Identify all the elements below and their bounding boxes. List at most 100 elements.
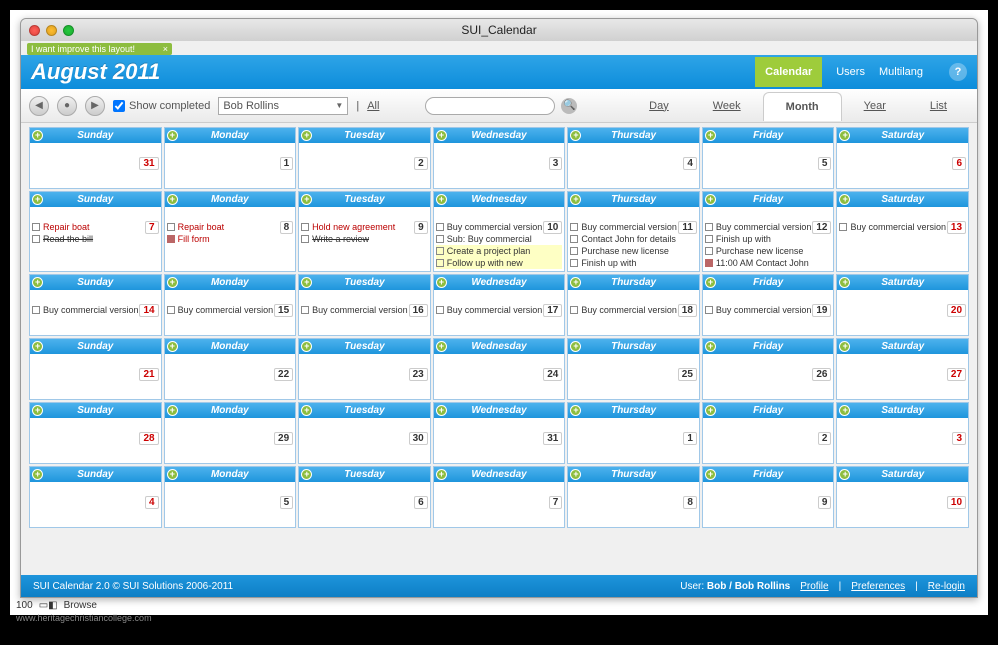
event-item[interactable]: Sub: Buy commercial bbox=[436, 233, 563, 245]
add-event-button[interactable]: + bbox=[436, 405, 447, 416]
day-cell[interactable]: +Thursday18Buy commercial version bbox=[567, 274, 700, 336]
day-cell[interactable]: +Thursday1 bbox=[567, 402, 700, 464]
add-event-button[interactable]: + bbox=[705, 277, 716, 288]
add-event-button[interactable]: + bbox=[436, 130, 447, 141]
add-event-button[interactable]: + bbox=[839, 405, 850, 416]
add-event-button[interactable]: + bbox=[570, 130, 581, 141]
event-item[interactable]: Hold new agreement bbox=[301, 221, 428, 233]
add-event-button[interactable]: + bbox=[167, 130, 178, 141]
add-event-button[interactable]: + bbox=[301, 341, 312, 352]
event-item[interactable]: Create a project plan bbox=[436, 245, 563, 257]
day-cell[interactable]: +Tuesday9Hold new agreementWrite a revie… bbox=[298, 191, 431, 272]
day-cell[interactable]: +Monday22 bbox=[164, 338, 297, 400]
add-event-button[interactable]: + bbox=[32, 341, 43, 352]
today-button[interactable]: ● bbox=[57, 96, 77, 116]
event-item[interactable]: Purchase new license bbox=[570, 245, 697, 257]
add-event-button[interactable]: + bbox=[839, 130, 850, 141]
zoom-level[interactable]: 100 bbox=[16, 600, 33, 611]
day-cell[interactable]: +Tuesday2 bbox=[298, 127, 431, 189]
day-cell[interactable]: +Friday5 bbox=[702, 127, 835, 189]
day-cell[interactable]: +Tuesday30 bbox=[298, 402, 431, 464]
add-event-button[interactable]: + bbox=[705, 194, 716, 205]
add-event-button[interactable]: + bbox=[436, 469, 447, 480]
add-event-button[interactable]: + bbox=[301, 194, 312, 205]
day-cell[interactable]: +Monday8Repair boatFill form bbox=[164, 191, 297, 272]
day-cell[interactable]: +Sunday21 bbox=[29, 338, 162, 400]
event-item[interactable]: Repair boat bbox=[167, 221, 294, 233]
add-event-button[interactable]: + bbox=[301, 469, 312, 480]
tab-calendar[interactable]: Calendar bbox=[755, 57, 822, 87]
day-cell[interactable]: +Friday12Buy commercial versionFinish up… bbox=[702, 191, 835, 272]
event-item[interactable]: Read the bill bbox=[32, 233, 159, 245]
event-item[interactable]: 11:00 AM Contact John bbox=[705, 257, 832, 269]
view-day[interactable]: Day bbox=[627, 92, 691, 120]
event-item[interactable]: Write a review bbox=[301, 233, 428, 245]
profile-link[interactable]: Profile bbox=[800, 581, 828, 592]
day-cell[interactable]: +Wednesday24 bbox=[433, 338, 566, 400]
view-year[interactable]: Year bbox=[842, 92, 908, 120]
help-icon[interactable]: ? bbox=[949, 63, 967, 81]
add-event-button[interactable]: + bbox=[32, 194, 43, 205]
add-event-button[interactable]: + bbox=[32, 277, 43, 288]
day-cell[interactable]: +Sunday7Repair boatRead the bill bbox=[29, 191, 162, 272]
prev-button[interactable]: ◀ bbox=[29, 96, 49, 116]
day-cell[interactable]: +Saturday10 bbox=[836, 466, 969, 528]
add-event-button[interactable]: + bbox=[167, 405, 178, 416]
event-item[interactable]: Contact John for details bbox=[570, 233, 697, 245]
search-icon[interactable]: 🔍 bbox=[561, 98, 577, 114]
add-event-button[interactable]: + bbox=[436, 341, 447, 352]
day-cell[interactable]: +Monday5 bbox=[164, 466, 297, 528]
add-event-button[interactable]: + bbox=[32, 469, 43, 480]
minimize-button[interactable] bbox=[46, 25, 57, 36]
event-item[interactable]: Purchase new license bbox=[705, 245, 832, 257]
all-link[interactable]: All bbox=[367, 100, 379, 112]
show-completed-checkbox[interactable] bbox=[113, 100, 125, 112]
add-event-button[interactable]: + bbox=[301, 405, 312, 416]
add-event-button[interactable]: + bbox=[839, 277, 850, 288]
event-item[interactable]: Follow up with new bbox=[436, 257, 563, 269]
add-event-button[interactable]: + bbox=[570, 277, 581, 288]
day-cell[interactable]: +Monday1 bbox=[164, 127, 297, 189]
next-button[interactable]: ▶ bbox=[85, 96, 105, 116]
add-event-button[interactable]: + bbox=[167, 194, 178, 205]
day-cell[interactable]: +Friday2 bbox=[702, 402, 835, 464]
add-event-button[interactable]: + bbox=[705, 341, 716, 352]
add-event-button[interactable]: + bbox=[32, 405, 43, 416]
day-cell[interactable]: +Thursday11Buy commercial versionContact… bbox=[567, 191, 700, 272]
add-event-button[interactable]: + bbox=[839, 469, 850, 480]
day-cell[interactable]: +Wednesday7 bbox=[433, 466, 566, 528]
add-event-button[interactable]: + bbox=[570, 341, 581, 352]
add-event-button[interactable]: + bbox=[705, 405, 716, 416]
add-event-button[interactable]: + bbox=[705, 130, 716, 141]
preferences-link[interactable]: Preferences bbox=[851, 581, 905, 592]
day-cell[interactable]: +Friday9 bbox=[702, 466, 835, 528]
view-month[interactable]: Month bbox=[763, 92, 842, 121]
add-event-button[interactable]: + bbox=[167, 469, 178, 480]
add-event-button[interactable]: + bbox=[301, 130, 312, 141]
search-input[interactable] bbox=[425, 97, 555, 115]
day-cell[interactable]: +Saturday13Buy commercial version bbox=[836, 191, 969, 272]
day-cell[interactable]: +Thursday8 bbox=[567, 466, 700, 528]
day-cell[interactable]: +Thursday4 bbox=[567, 127, 700, 189]
view-week[interactable]: Week bbox=[691, 92, 763, 120]
day-cell[interactable]: +Saturday27 bbox=[836, 338, 969, 400]
day-cell[interactable]: +Wednesday3 bbox=[433, 127, 566, 189]
add-event-button[interactable]: + bbox=[570, 469, 581, 480]
add-event-button[interactable]: + bbox=[570, 405, 581, 416]
view-list[interactable]: List bbox=[908, 92, 969, 120]
tab-multilang[interactable]: Multilang bbox=[879, 66, 923, 78]
add-event-button[interactable]: + bbox=[167, 277, 178, 288]
day-cell[interactable]: +Saturday6 bbox=[836, 127, 969, 189]
day-cell[interactable]: +Thursday25 bbox=[567, 338, 700, 400]
day-cell[interactable]: +Friday19Buy commercial version bbox=[702, 274, 835, 336]
day-cell[interactable]: +Tuesday6 bbox=[298, 466, 431, 528]
add-event-button[interactable]: + bbox=[301, 277, 312, 288]
user-select[interactable]: Bob Rollins bbox=[218, 97, 348, 115]
day-cell[interactable]: +Friday26 bbox=[702, 338, 835, 400]
day-cell[interactable]: +Monday15Buy commercial version bbox=[164, 274, 297, 336]
event-item[interactable]: Fill form bbox=[167, 233, 294, 245]
add-event-button[interactable]: + bbox=[436, 194, 447, 205]
day-cell[interactable]: +Saturday3 bbox=[836, 402, 969, 464]
layout-icon[interactable]: ▭◧ bbox=[39, 600, 58, 611]
day-cell[interactable]: +Sunday28 bbox=[29, 402, 162, 464]
